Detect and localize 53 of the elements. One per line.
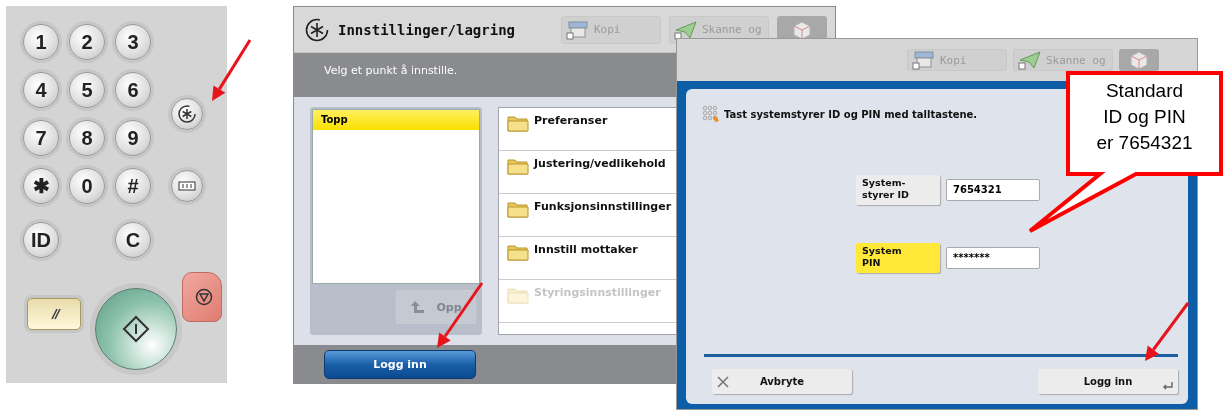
- copier-icon: [912, 50, 936, 70]
- arrow: [212, 39, 252, 101]
- up-arrow-icon: [410, 300, 427, 314]
- keypad-key[interactable]: ✱: [23, 168, 59, 204]
- folder-icon: [507, 286, 529, 304]
- folder-icon: [507, 157, 529, 175]
- keypad-key[interactable]: 9: [115, 120, 151, 156]
- close-icon: [717, 375, 729, 388]
- reset-key[interactable]: [27, 298, 81, 330]
- settings-key[interactable]: [171, 98, 203, 130]
- login-button[interactable]: Logg inn: [324, 349, 476, 379]
- arrow: [437, 282, 484, 348]
- diamond-icon: [122, 315, 150, 343]
- keypad-key[interactable]: 2: [69, 24, 105, 60]
- arrow: [1145, 302, 1190, 361]
- stop-icon: [195, 288, 213, 306]
- keypad-key[interactable]: 6: [115, 72, 151, 108]
- folder-icon: [507, 114, 529, 132]
- screen-title: Innstillinger/lagring: [338, 21, 515, 38]
- return-icon: [1162, 381, 1174, 391]
- keypad-key[interactable]: 5: [69, 72, 105, 108]
- asterisk-icon: [304, 16, 330, 43]
- asterisk-icon: [177, 104, 197, 124]
- keypad-key[interactable]: C: [115, 222, 151, 258]
- paper-plane-icon: [674, 19, 698, 40]
- instruction-text: Velg et punkt å innstille.: [324, 64, 458, 77]
- folder-icon: [507, 200, 529, 218]
- keypad-key[interactable]: 7: [23, 120, 59, 156]
- keypad-icon: [702, 105, 720, 123]
- keypad-key[interactable]: 0: [69, 168, 105, 204]
- copier-icon: [566, 19, 590, 40]
- tree-item[interactable]: Topp: [313, 110, 479, 130]
- cancel-button[interactable]: Avbryte: [712, 369, 852, 394]
- input-field[interactable]: 7654321: [946, 179, 1040, 201]
- field-label-button[interactable]: System PIN: [856, 243, 940, 273]
- keypad-key[interactable]: 8: [69, 120, 105, 156]
- input-field[interactable]: *******: [946, 247, 1040, 269]
- keypad-key[interactable]: 4: [23, 72, 59, 108]
- keypad-key[interactable]: 3: [115, 24, 151, 60]
- box-icon: [1130, 51, 1148, 69]
- box-button[interactable]: [1119, 49, 1159, 71]
- box-icon: [793, 20, 811, 39]
- counter-key[interactable]: [171, 170, 203, 202]
- keypad-key[interactable]: 1: [23, 24, 59, 60]
- keypad-key[interactable]: ID: [23, 222, 59, 258]
- counter-icon: [178, 181, 196, 191]
- login-button[interactable]: Logg inn: [1038, 369, 1178, 394]
- folder-icon: [507, 243, 529, 261]
- stop-key[interactable]: [182, 272, 222, 322]
- keypad-key[interactable]: #: [115, 168, 151, 204]
- paper-plane-icon: [1018, 50, 1042, 70]
- field-label-button[interactable]: System- styrer ID: [856, 175, 940, 205]
- callout-text: Standard ID og PIN er 7654321: [1095, 79, 1194, 156]
